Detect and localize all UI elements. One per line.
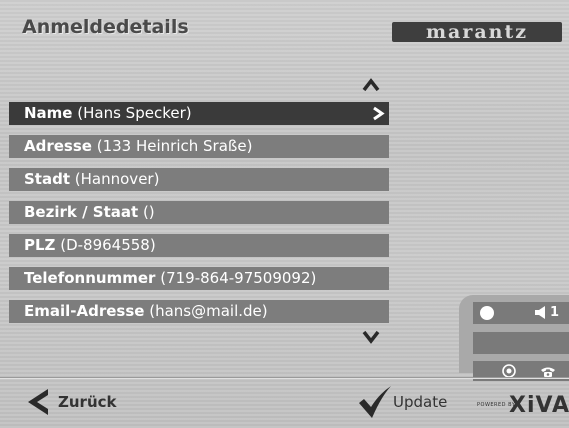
list-item-adresse[interactable]: Adresse (133 Heinrich Sraße) [9,135,389,158]
volume-level: 1 [550,305,560,320]
list-item-plz[interactable]: PLZ (D-8964558) [9,234,389,257]
list-item-name[interactable]: Name (Hans Specker) [9,102,389,125]
update-label: Update [393,393,448,411]
disc-icon [502,364,516,378]
list-item-stadt[interactable]: Stadt (Hannover) [9,168,389,191]
chevron-right-icon [373,106,385,121]
speaker-icon [535,306,545,319]
scroll-up-icon[interactable] [362,78,380,92]
page-title: Anmeldedetails [22,16,189,38]
arrow-left-icon [28,389,48,415]
checkmark-icon [359,386,391,418]
status-bar-blank [473,332,569,354]
marantz-logo: marantz [392,22,562,42]
back-label: Zurück [58,393,117,411]
record-indicator-icon [480,306,494,320]
scroll-down-icon[interactable] [362,330,380,344]
list-item-email-adresse[interactable]: Email-Adresse (hans@mail.de) [9,300,389,323]
screen: Anmeldedetails marantz Name (Hans Specke… [0,0,569,428]
list-item-bezirk-staat[interactable]: Bezirk / Staat () [9,201,389,224]
xiva-logo: POWERED BY XiVA [477,393,569,418]
list-item-telefonnummer[interactable]: Telefonnummer (719-864-97509092) [9,267,389,290]
